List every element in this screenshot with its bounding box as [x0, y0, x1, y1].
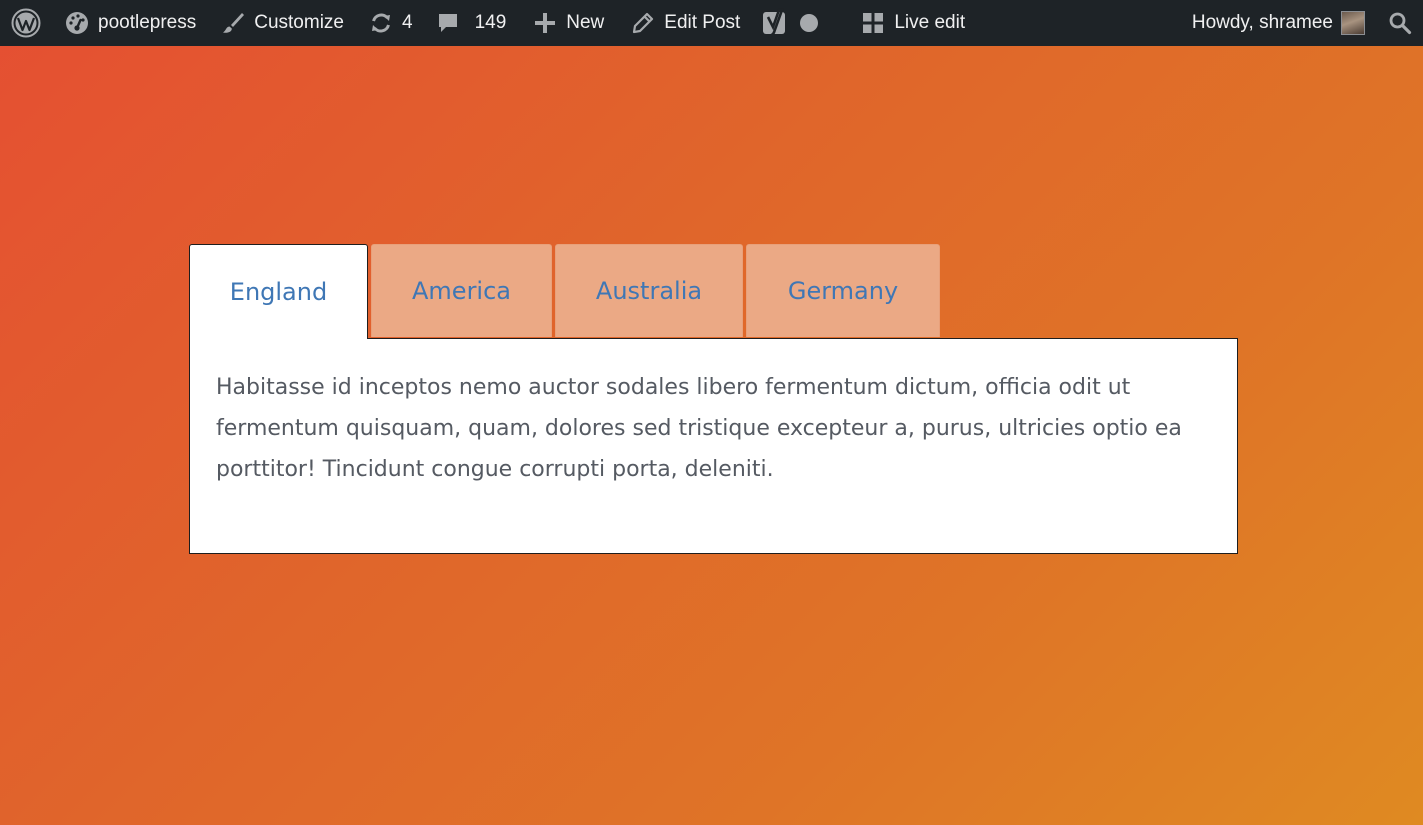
wordpress-logo-icon [10, 7, 42, 39]
site-name-menu[interactable]: pootlepress [64, 0, 196, 46]
search-icon [1387, 10, 1413, 36]
tab-panel-text: Habitasse id inceptos nemo auctor sodale… [216, 375, 1182, 482]
customize-label: Customize [254, 12, 344, 33]
updates-link[interactable]: 4 [368, 0, 413, 46]
admin-bar: pootlepress Customize 4 149 New Edit Pos… [0, 0, 1423, 46]
refresh-icon [368, 10, 394, 36]
dashboard-gauge-icon [64, 10, 90, 36]
howdy-label: Howdy, shramee [1191, 12, 1333, 33]
tab-label: Australia [595, 277, 703, 305]
admin-bar-right: Howdy, shramee [1192, 0, 1423, 46]
paintbrush-icon [220, 10, 246, 36]
tabs-widget: England America Australia Germany Habita… [189, 244, 1238, 554]
site-name-label: pootlepress [98, 12, 197, 33]
tab-label: Germany [787, 277, 899, 305]
tab-panel: Habitasse id inceptos nemo auctor sodale… [189, 338, 1238, 554]
edit-post-label: Edit Post [664, 12, 741, 33]
updates-count: 4 [401, 12, 413, 33]
search-button[interactable] [1387, 0, 1413, 46]
grid-icon [860, 10, 886, 36]
plus-icon [532, 10, 558, 36]
status-dot-icon [800, 14, 819, 32]
tab-germany[interactable]: Germany [746, 244, 940, 337]
pencil-icon [630, 10, 656, 36]
live-edit-link[interactable]: Live edit [860, 0, 965, 46]
tab-label: England [229, 278, 328, 306]
tab-england[interactable]: England [189, 244, 368, 339]
new-content-menu[interactable]: New [532, 0, 604, 46]
tab-list: England America Australia Germany [189, 244, 1238, 339]
tab-america[interactable]: America [371, 244, 552, 337]
live-edit-label: Live edit [894, 12, 966, 33]
my-account-menu[interactable]: Howdy, shramee [1192, 0, 1365, 46]
speech-bubble-icon [435, 10, 461, 36]
avatar [1341, 11, 1365, 35]
yoast-seo-menu[interactable] [762, 0, 819, 46]
comments-link[interactable]: 149 [435, 0, 507, 46]
admin-bar-left: pootlepress Customize 4 149 New Edit Pos… [0, 0, 965, 46]
new-label: New [566, 12, 605, 33]
tab-label: America [412, 277, 511, 305]
wordpress-menu[interactable] [10, 0, 42, 46]
customize-link[interactable]: Customize [220, 0, 344, 46]
edit-post-link[interactable]: Edit Post [630, 0, 740, 46]
yoast-seo-icon [762, 8, 788, 38]
comments-count: 149 [474, 12, 507, 33]
tab-australia[interactable]: Australia [555, 244, 743, 337]
